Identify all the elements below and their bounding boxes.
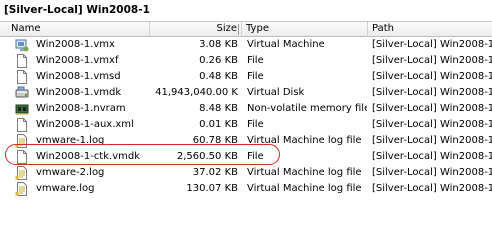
file-row[interactable]: vmware-1.log 60.78 KB Virtual Machine lo… — [0, 133, 492, 149]
file-type: File — [247, 71, 264, 82]
file-icon — [15, 53, 29, 69]
file-name: Win2008-1-aux.xml — [36, 119, 134, 130]
file-size: 2,560.50 KB — [176, 151, 238, 162]
file-icon — [15, 117, 29, 133]
virtual-disk-icon — [15, 85, 29, 101]
vm-config-icon — [15, 37, 29, 53]
file-row[interactable]: Win2008-1.vmxf 0.26 KB File [Silver-Loca… — [0, 53, 492, 69]
file-type: File — [247, 119, 264, 130]
file-row[interactable]: vmware.log 130.07 KB Virtual Machine log… — [0, 181, 492, 197]
file-name: vmware-2.log — [36, 167, 105, 178]
log-file-icon — [15, 181, 29, 197]
file-size: 41,943,040.00 K — [155, 87, 238, 98]
file-row[interactable]: vmware-2.log 37.02 KB Virtual Machine lo… — [0, 165, 492, 181]
file-row[interactable]: Win2008-1.vmsd 0.48 KB File [Silver-Loca… — [0, 69, 492, 85]
file-path: [Silver-Local] Win2008-1 — [372, 55, 492, 66]
column-header-path[interactable]: Path — [368, 22, 492, 37]
file-size: 37.02 KB — [192, 167, 238, 178]
file-type: File — [247, 55, 264, 66]
file-name: vmware-1.log — [36, 135, 105, 146]
log-file-icon — [15, 133, 29, 149]
file-row[interactable]: Win2008-1.vmx 3.08 KB Virtual Machine [S… — [0, 37, 492, 53]
file-type: Virtual Machine log file — [247, 183, 362, 194]
file-type: Virtual Machine log file — [247, 135, 362, 146]
file-list: Win2008-1.vmx 3.08 KB Virtual Machine [S… — [0, 37, 492, 197]
file-name: vmware.log — [36, 183, 95, 194]
file-name: Win2008-1-ctk.vmdk — [36, 151, 140, 162]
file-row[interactable]: Win2008-1-ctk.vmdk 2,560.50 KB File [Sil… — [0, 149, 492, 165]
file-size: 0.48 KB — [199, 71, 238, 82]
file-path: [Silver-Local] Win2008-1 — [372, 87, 492, 98]
file-name: Win2008-1.vmsd — [36, 71, 121, 82]
file-path: [Silver-Local] Win2008-1 — [372, 103, 492, 114]
log-file-icon — [15, 165, 29, 181]
file-name: Win2008-1.nvram — [36, 103, 126, 114]
file-size: 8.48 KB — [199, 103, 238, 114]
file-size: 0.26 KB — [199, 55, 238, 66]
file-type: Virtual Disk — [247, 87, 305, 98]
column-header-size[interactable]: Size — [150, 22, 242, 37]
column-header-name[interactable]: Name — [0, 22, 150, 37]
file-name: Win2008-1.vmxf — [36, 55, 119, 66]
column-header-type[interactable]: Type — [242, 22, 368, 37]
file-type: File — [247, 151, 264, 162]
file-row[interactable]: Win2008-1.nvram 8.48 KB Non-volatile mem… — [0, 101, 492, 117]
file-path: [Silver-Local] Win2008-1 — [372, 135, 492, 146]
file-path: [Silver-Local] Win2008-1 — [372, 167, 492, 178]
file-icon — [15, 149, 29, 165]
file-icon — [15, 69, 29, 85]
column-header-bar: Name Size Type Path — [0, 22, 492, 37]
file-path: [Silver-Local] Win2008-1 — [372, 39, 492, 50]
file-row[interactable]: Win2008-1.vmdk 41,943,040.00 K Virtual D… — [0, 85, 492, 101]
column-resize-handle[interactable] — [238, 24, 239, 35]
file-path: [Silver-Local] Win2008-1 — [372, 183, 492, 194]
file-row[interactable]: Win2008-1-aux.xml 0.01 KB File [Silver-L… — [0, 117, 492, 133]
window-title: [Silver-Local] Win2008-1 — [0, 0, 492, 22]
file-size: 60.78 KB — [192, 135, 238, 146]
file-path: [Silver-Local] Win2008-1 — [372, 71, 492, 82]
file-name: Win2008-1.vmdk — [36, 87, 122, 98]
file-path: [Silver-Local] Win2008-1 — [372, 151, 492, 162]
file-size: 3.08 KB — [199, 39, 238, 50]
file-path: [Silver-Local] Win2008-1 — [372, 119, 492, 130]
nvram-icon — [15, 101, 29, 117]
file-type: Virtual Machine — [247, 39, 325, 50]
file-type: Non-volatile memory file — [247, 103, 367, 114]
file-type: Virtual Machine log file — [247, 167, 362, 178]
file-size: 0.01 KB — [199, 119, 238, 130]
file-size: 130.07 KB — [186, 183, 238, 194]
file-name: Win2008-1.vmx — [36, 39, 115, 50]
